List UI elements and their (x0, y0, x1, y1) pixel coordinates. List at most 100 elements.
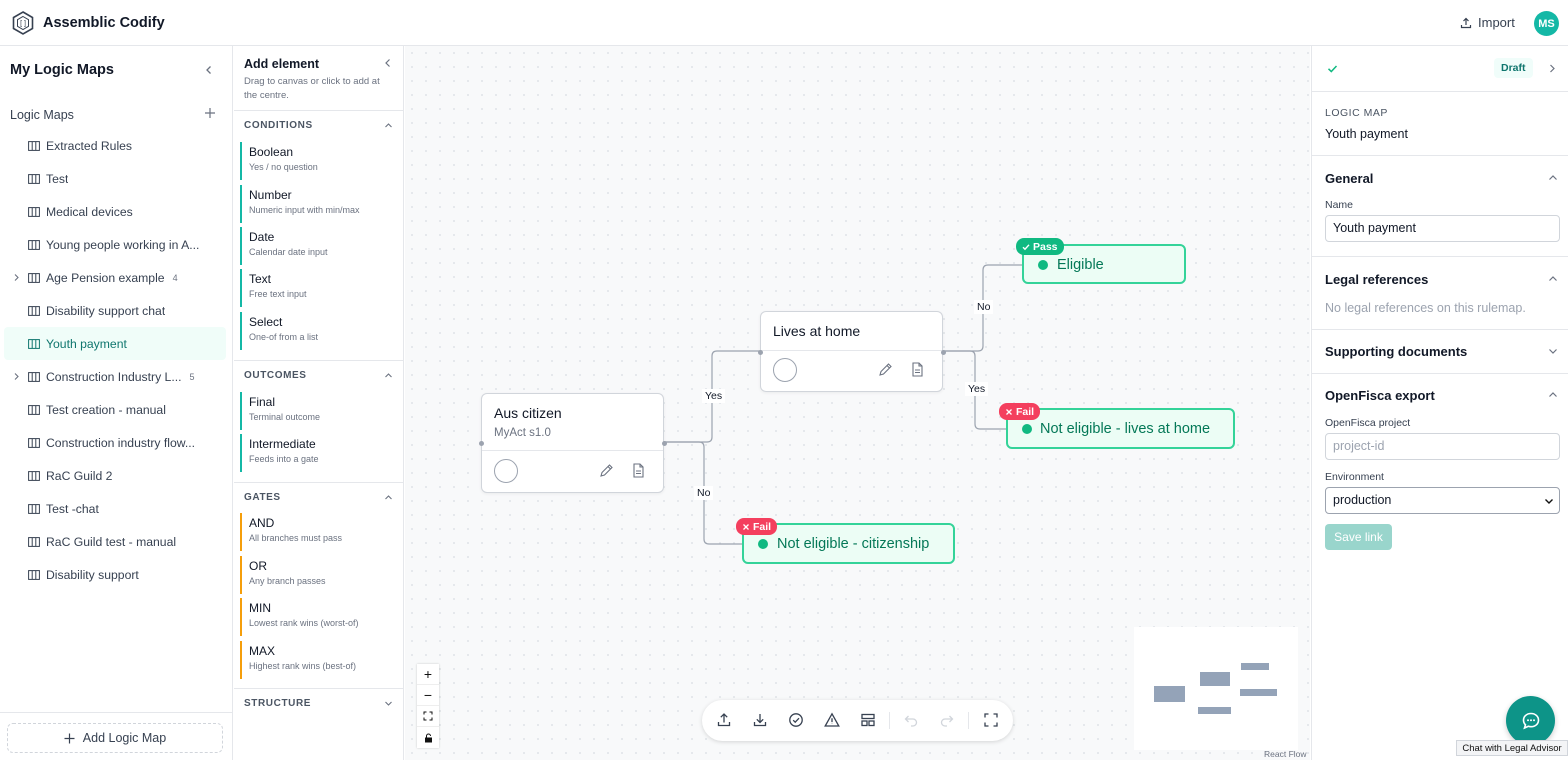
add-logic-map-label: Add Logic Map (82, 731, 167, 745)
zoom-out-button[interactable]: − (417, 685, 439, 706)
collapse-sidebar-icon[interactable] (203, 64, 215, 76)
add-map-plus-icon[interactable] (204, 107, 216, 119)
condition-node-aus-citizen[interactable]: Aus citizen MyAct s1.0 (479, 393, 667, 493)
fullscreen-icon[interactable] (983, 712, 999, 728)
palette-item-desc: Yes / no question (249, 162, 318, 172)
palette-item-date[interactable]: Date Calendar date input (240, 227, 398, 265)
environment-select[interactable]: production (1325, 487, 1560, 514)
sidebar-item[interactable]: Construction Industry L... 5 (4, 360, 226, 393)
general-heading[interactable]: General (1325, 171, 1373, 186)
palette-item-boolean[interactable]: Boolean Yes / no question (240, 142, 398, 180)
import-button[interactable]: Import (1460, 15, 1515, 30)
palette-item-max[interactable]: MAX Highest rank wins (best-of) (240, 641, 398, 679)
zoom-controls: + − (417, 664, 439, 748)
palette-item-intermediate[interactable]: Intermediate Feeds into a gate (240, 434, 398, 472)
status-circle[interactable] (494, 459, 518, 483)
palette-item-min[interactable]: MIN Lowest rank wins (worst-of) (240, 598, 398, 636)
outcome-node-not-eligible-home[interactable]: Not eligible - lives at home (1006, 408, 1235, 449)
sidebar-item[interactable]: Disability support (4, 558, 226, 591)
layout-icon[interactable] (860, 712, 876, 728)
sidebar-item[interactable]: RaC Guild test - manual (4, 525, 226, 558)
sidebar-item[interactable]: Disability support chat (4, 294, 226, 327)
lock-button[interactable] (417, 727, 439, 748)
sidebar-item[interactable]: Extracted Rules (4, 129, 226, 162)
target-handle[interactable] (758, 350, 763, 355)
sidebar-item[interactable]: RaC Guild 2 (4, 459, 226, 492)
react-flow-attribution[interactable]: React Flow (1264, 749, 1307, 759)
undo-icon[interactable] (903, 712, 919, 728)
structure-section-header[interactable]: STRUCTURE (234, 688, 403, 715)
openfisca-project-input[interactable]: project-id (1325, 433, 1560, 460)
collapse-panel-icon[interactable] (1547, 63, 1557, 74)
minimap[interactable] (1134, 627, 1298, 750)
sidebar-item[interactable]: Test -chat (4, 492, 226, 525)
status-circle[interactable] (773, 358, 797, 382)
edge-label-no: No (694, 486, 714, 500)
source-handle[interactable] (941, 350, 946, 355)
gates-section-header[interactable]: GATES (234, 482, 403, 509)
table-icon (28, 438, 40, 448)
palette-item-desc: All branches must pass (249, 533, 343, 543)
sidebar-section-label: Logic Maps (10, 108, 74, 122)
palette-item-text[interactable]: Text Free text input (240, 269, 398, 307)
outcomes-section-header[interactable]: OUTCOMES (234, 360, 403, 387)
pencil-icon[interactable] (878, 362, 893, 377)
flow-canvas[interactable]: Yes No No Yes Aus citizen MyAct s1.0 Liv… (405, 46, 1310, 760)
palette-item-desc: Terminal outcome (249, 412, 321, 422)
palette-item-or[interactable]: OR Any branch passes (240, 556, 398, 594)
palette-item-and[interactable]: AND All branches must pass (240, 513, 398, 551)
palette-item-name: AND (249, 516, 275, 530)
legal-references-heading[interactable]: Legal references (1325, 272, 1428, 287)
palette-item-number[interactable]: Number Numeric input with min/max (240, 185, 398, 223)
document-icon[interactable] (632, 463, 645, 478)
target-handle[interactable] (479, 441, 484, 446)
conditions-section-header[interactable]: CONDITIONS (234, 110, 403, 137)
zoom-in-button[interactable]: + (417, 664, 439, 685)
save-link-button[interactable]: Save link (1325, 524, 1392, 550)
name-field[interactable]: Youth payment (1325, 215, 1560, 242)
chat-button[interactable] (1506, 696, 1555, 745)
chevron-right-icon[interactable] (12, 273, 21, 282)
supporting-documents-heading[interactable]: Supporting documents (1325, 344, 1467, 359)
badge-label: Fail (753, 520, 772, 533)
download-icon[interactable] (752, 712, 768, 728)
collapse-palette-icon[interactable] (383, 58, 393, 68)
general-section: General Name Youth payment (1312, 156, 1568, 257)
condition-node-lives-at-home[interactable]: Lives at home (758, 311, 946, 392)
palette-item-select[interactable]: Select One-of from a list (240, 312, 398, 350)
sidebar-item-label: Construction Industry L... 5 (46, 370, 195, 384)
warning-icon[interactable] (824, 712, 840, 728)
sidebar-item[interactable]: Medical devices (4, 195, 226, 228)
logic-map-name: Youth payment (1325, 127, 1408, 141)
sidebar-item[interactable]: Test creation - manual (4, 393, 226, 426)
redo-icon[interactable] (939, 712, 955, 728)
chevron-up-icon (384, 493, 393, 502)
chevron-up-icon[interactable] (1548, 390, 1558, 400)
openfisca-heading[interactable]: OpenFisca export (1325, 388, 1435, 403)
fit-view-button[interactable] (417, 706, 439, 727)
sidebar-item[interactable]: Young people working in A... (4, 228, 226, 261)
edge-label-no: No (974, 300, 994, 314)
add-logic-map-button[interactable]: Add Logic Map (7, 723, 223, 753)
chevron-right-icon[interactable] (12, 372, 21, 381)
brand[interactable]: [ ] Assemblic Codify (11, 11, 165, 35)
panel-header: Draft (1312, 46, 1568, 92)
export-icon[interactable] (716, 712, 732, 728)
sidebar-item[interactable]: Age Pension example 4 (4, 261, 226, 294)
sidebar-item-label: Extracted Rules (46, 139, 133, 153)
palette-item-final[interactable]: Final Terminal outcome (240, 392, 398, 430)
chevron-up-icon[interactable] (1548, 173, 1558, 183)
conditions-label: CONDITIONS (244, 120, 313, 131)
source-handle[interactable] (662, 441, 667, 446)
logo-icon: [ ] (11, 11, 35, 35)
sidebar-item[interactable]: Youth payment (4, 327, 226, 360)
sidebar-item[interactable]: Construction industry flow... (4, 426, 226, 459)
avatar[interactable]: MS (1534, 11, 1559, 36)
sidebar-item[interactable]: Test (4, 162, 226, 195)
chevron-down-icon[interactable] (1548, 346, 1558, 356)
chevron-up-icon[interactable] (1548, 274, 1558, 284)
validate-check-icon[interactable] (788, 712, 804, 728)
document-icon[interactable] (911, 362, 924, 377)
pencil-icon[interactable] (599, 463, 614, 478)
x-icon (742, 523, 750, 531)
